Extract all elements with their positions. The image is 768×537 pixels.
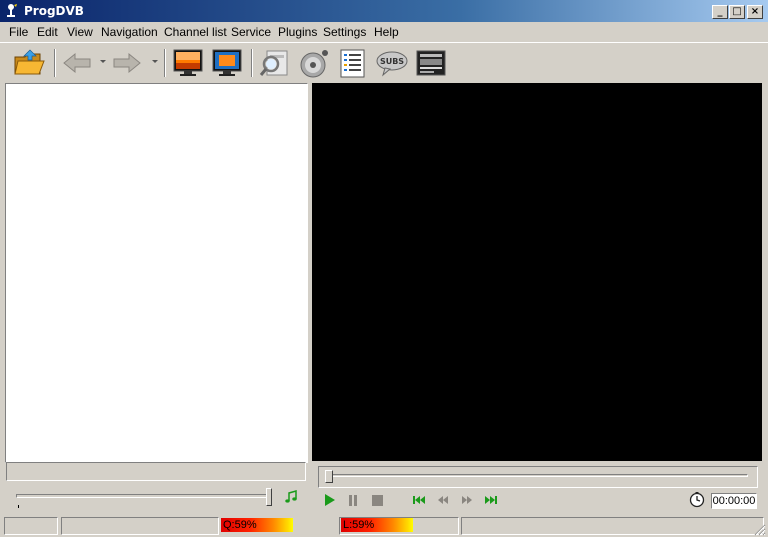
skip-back-button[interactable] <box>412 493 426 507</box>
subtitles-icon: SUBS <box>376 51 408 77</box>
menu-navigation[interactable]: Navigation <box>101 25 158 39</box>
teletext-button[interactable] <box>414 47 448 79</box>
epg-button[interactable] <box>336 47 370 79</box>
pause-icon <box>349 495 357 506</box>
channel-list-panel[interactable] <box>5 83 308 463</box>
window-title: ProgDVB <box>24 4 84 18</box>
stop-icon <box>372 495 383 506</box>
rewind-button[interactable] <box>436 493 450 507</box>
play-button[interactable] <box>322 493 336 507</box>
music-note-icon[interactable] <box>284 490 298 504</box>
seek-slider-track[interactable] <box>326 474 748 477</box>
status-cell <box>61 517 219 535</box>
menu-view[interactable]: View <box>67 25 93 39</box>
fast-forward-button[interactable] <box>460 493 474 507</box>
minimize-button[interactable]: _ <box>712 5 728 19</box>
teletext-icon <box>416 50 446 76</box>
seek-bar-frame <box>318 466 758 488</box>
maximize-icon: □ <box>732 6 742 17</box>
maximize-button[interactable]: □ <box>729 5 745 19</box>
minimize-icon: _ <box>717 6 723 17</box>
video-display[interactable] <box>312 83 762 461</box>
signal-quality-meter: Q:59% <box>221 518 337 532</box>
fullscreen-button[interactable] <box>210 47 244 79</box>
playback-time: 00:00:00 <box>711 493 757 509</box>
skip-back-icon <box>413 496 425 504</box>
monitor-blue-icon <box>212 49 242 76</box>
close-button[interactable]: × <box>747 5 763 19</box>
back-arrow-icon <box>63 52 91 74</box>
tv-window-button[interactable] <box>171 47 205 79</box>
close-icon: × <box>750 6 760 17</box>
epg-list-icon <box>340 49 365 78</box>
menu-edit[interactable]: Edit <box>37 25 58 39</box>
app-satellite-icon <box>7 4 17 17</box>
toolbar: SUBS <box>0 42 768 82</box>
title-bar[interactable]: ProgDVB _ □ × <box>0 0 768 22</box>
subtitles-button[interactable]: SUBS <box>375 47 409 79</box>
scan-button[interactable] <box>258 47 292 79</box>
fast-forward-icon <box>462 496 472 504</box>
resize-grip-icon[interactable] <box>752 522 766 536</box>
volume-tick <box>18 505 19 508</box>
menu-plugins[interactable]: Plugins <box>278 25 317 39</box>
back-button[interactable] <box>60 47 94 79</box>
play-icon <box>325 494 335 506</box>
subtitles-label: SUBS <box>380 57 404 66</box>
volume-slider-track[interactable] <box>16 494 272 498</box>
signal-level-meter: L:59% <box>341 518 457 532</box>
back-dropdown-icon[interactable] <box>100 60 106 63</box>
volume-slider-thumb[interactable] <box>266 488 272 506</box>
seek-slider-thumb[interactable] <box>325 470 333 483</box>
open-button[interactable] <box>12 47 46 79</box>
monitor-icon <box>173 49 203 76</box>
open-folder-icon <box>14 49 45 75</box>
clock-icon[interactable] <box>689 492 705 508</box>
status-cell <box>461 517 764 535</box>
skip-forward-icon <box>485 496 497 504</box>
forward-arrow-icon <box>113 52 141 74</box>
channel-list-status <box>6 462 306 481</box>
stop-button[interactable] <box>370 493 384 507</box>
toolbar-separator <box>164 49 166 77</box>
forward-button[interactable] <box>110 47 144 79</box>
skip-forward-button[interactable] <box>484 493 498 507</box>
pause-button[interactable] <box>346 493 360 507</box>
menu-settings[interactable]: Settings <box>323 25 366 39</box>
toolbar-separator <box>54 49 56 77</box>
search-channel-icon <box>259 50 288 76</box>
record-button[interactable] <box>297 47 331 79</box>
rewind-icon <box>438 496 448 504</box>
menu-channel-list[interactable]: Channel list <box>164 25 227 39</box>
status-cell <box>4 517 58 535</box>
menu-help[interactable]: Help <box>374 25 399 39</box>
menu-service[interactable]: Service <box>231 25 271 39</box>
toolbar-separator <box>251 49 253 77</box>
menu-file[interactable]: File <box>9 25 28 39</box>
menu-bar: File Edit View Navigation Channel list S… <box>0 22 768 42</box>
forward-dropdown-icon[interactable] <box>152 60 158 63</box>
disc-record-icon <box>300 50 328 78</box>
